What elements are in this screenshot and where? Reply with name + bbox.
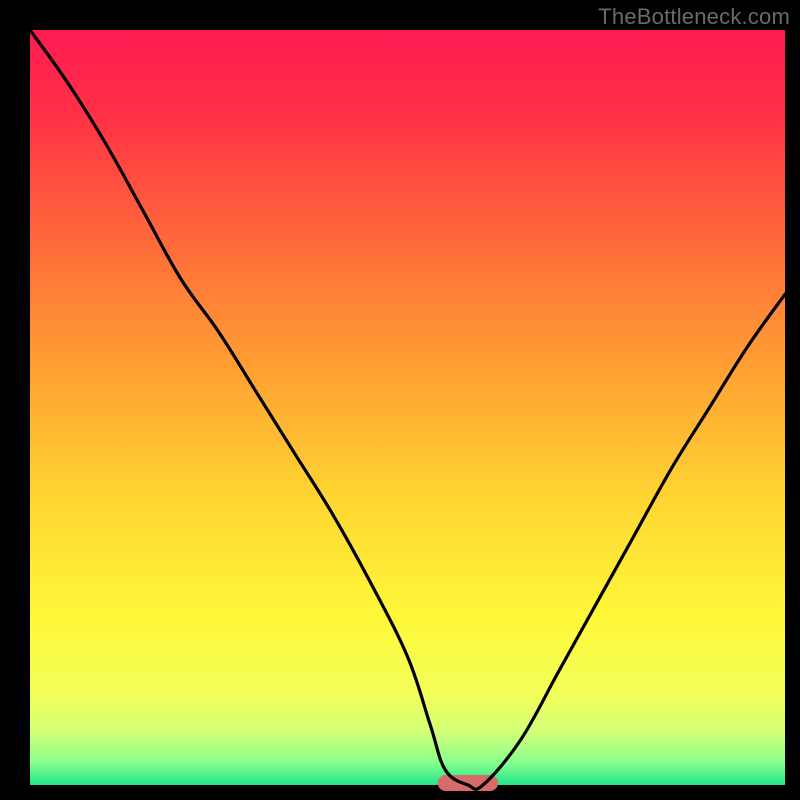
gradient-background	[30, 30, 785, 785]
chart-frame: TheBottleneck.com	[0, 0, 800, 800]
bottleneck-chart	[0, 0, 800, 800]
watermark-text: TheBottleneck.com	[598, 4, 790, 30]
